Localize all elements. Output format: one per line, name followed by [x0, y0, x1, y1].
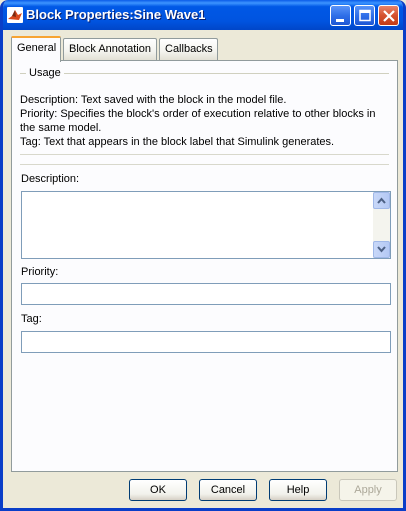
chevron-down-icon — [377, 246, 386, 253]
divider — [20, 164, 389, 165]
scroll-down-button[interactable] — [373, 241, 390, 258]
close-icon — [383, 10, 395, 22]
apply-button[interactable]: Apply — [339, 479, 397, 501]
description-scrollbar[interactable] — [373, 192, 390, 258]
usage-priority-text-cont: the same model. — [20, 122, 102, 134]
description-label: Description: — [21, 173, 80, 185]
usage-legend: Usage — [26, 67, 64, 79]
dialog-window: Block Properties:Sine Wave1 General Bloc… — [0, 0, 406, 511]
window-title: Block Properties:Sine Wave1 — [26, 7, 206, 22]
minimize-icon — [336, 19, 344, 22]
help-button[interactable]: Help — [269, 479, 327, 501]
tag-label: Tag: — [21, 313, 42, 325]
usage-description-text: Description: Text saved with the block i… — [20, 94, 287, 106]
general-tab-panel: Usage Description: Text saved with the b… — [11, 60, 398, 472]
priority-label: Priority: — [21, 266, 59, 278]
divider — [20, 154, 389, 155]
usage-group: Usage Description: Text saved with the b… — [20, 67, 389, 160]
matlab-logo-icon — [7, 7, 23, 23]
tab-callbacks[interactable]: Callbacks — [159, 38, 218, 60]
cancel-button[interactable]: Cancel — [199, 479, 257, 501]
tab-block-annotation[interactable]: Block Annotation — [63, 38, 157, 60]
title-bar[interactable]: Block Properties:Sine Wave1 — [3, 0, 403, 30]
close-button[interactable] — [378, 5, 399, 26]
usage-tag-text: Tag: Text that appears in the block labe… — [20, 136, 335, 148]
minimize-button[interactable] — [330, 5, 351, 26]
chevron-up-icon — [377, 197, 386, 204]
tag-input[interactable] — [21, 331, 391, 353]
priority-input[interactable] — [21, 283, 391, 305]
maximize-icon — [359, 9, 371, 22]
tab-general[interactable]: General — [11, 36, 61, 62]
usage-priority-text: Priority: Specifies the block's order of… — [20, 108, 376, 120]
ok-button[interactable]: OK — [129, 479, 187, 501]
scroll-up-button[interactable] — [373, 192, 390, 209]
description-textarea[interactable] — [21, 191, 391, 259]
maximize-button[interactable] — [354, 5, 375, 26]
